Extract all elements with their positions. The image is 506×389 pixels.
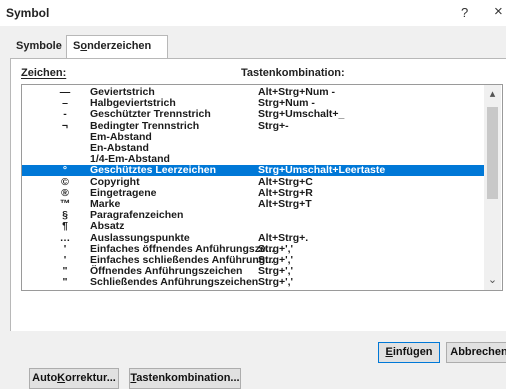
character-name: Absatz [90,220,125,233]
character-symbol: ¶ [62,220,68,233]
title-bar: Symbol ? × [0,0,506,26]
character-shortcut: Strg+',' [258,276,294,289]
character-shortcut: Strg+- [258,119,289,132]
close-button[interactable]: × [494,3,503,20]
autocorrect-button[interactable]: AutoKorrektur... [29,368,119,389]
character-name: Auslassungspunkte [90,231,190,244]
special-characters-list[interactable]: — Geviertstrich Alt+Strg+Num - – Halbgeviert… [21,84,503,291]
list-item[interactable]: … Auslassungspunkte Alt+Strg+. [22,231,484,244]
list-item[interactable]: ¬ Bedingter Trennstrich Strg+- [22,119,484,132]
character-shortcut: Alt+Strg+. [258,231,309,244]
character-shortcut: Alt+Strg+C [258,175,313,188]
character-symbol: © [61,175,69,188]
scrollbar-thumb[interactable] [487,107,498,199]
character-name: Geschütztes Leerzeichen [90,164,217,177]
character-symbol: … [59,231,71,244]
tab-symbole[interactable]: Symbole [10,36,64,57]
scroll-up-icon[interactable]: ▴ [484,87,501,101]
vertical-scrollbar[interactable]: ▴ ⌄ [484,85,501,290]
character-symbol: - [63,108,67,121]
character-name: Geschützter Trennstrich [90,108,211,121]
character-name: Schließendes Anführungszeichen [90,276,259,289]
list-item[interactable]: ° Geschütztes Leerzeichen Strg+Umschalt+Le… [22,164,484,177]
shortcut-header: Tastenkombination: [241,67,345,79]
shortcut-key-button[interactable]: Tastenkombination... [129,368,241,389]
list-item[interactable]: - Geschützter Trennstrich Strg+Umschalt+_ [22,109,484,120]
character-shortcut: Alt+Strg+T [258,198,312,210]
list-item[interactable]: " Schließendes Anführungszeichen Strg+',' [22,277,484,288]
character-symbol: ° [62,164,68,177]
tab-sonderzeichen[interactable]: Sonderzeichen [66,35,168,58]
character-name: Copyright [90,175,140,188]
character-name: Bedingter Trennstrich [90,119,200,132]
character-symbol: ¬ [61,119,69,132]
window-title: Symbol [6,6,50,20]
scroll-down-icon[interactable]: ⌄ [484,273,501,287]
list-item[interactable]: © Copyright Alt+Strg+C [22,175,484,188]
character-shortcut: Strg+Umschalt+_ [258,108,345,121]
list-item[interactable]: ¶ Absatz [22,221,484,232]
character-shortcut: Strg+Umschalt+Leertaste [258,164,386,177]
help-button[interactable]: ? [461,5,468,20]
tab-panel: Zeichen: Tastenkombination: — Geviertstri… [10,58,506,389]
character-symbol: " [62,276,68,289]
chars-header: Zeichen: [21,67,67,79]
